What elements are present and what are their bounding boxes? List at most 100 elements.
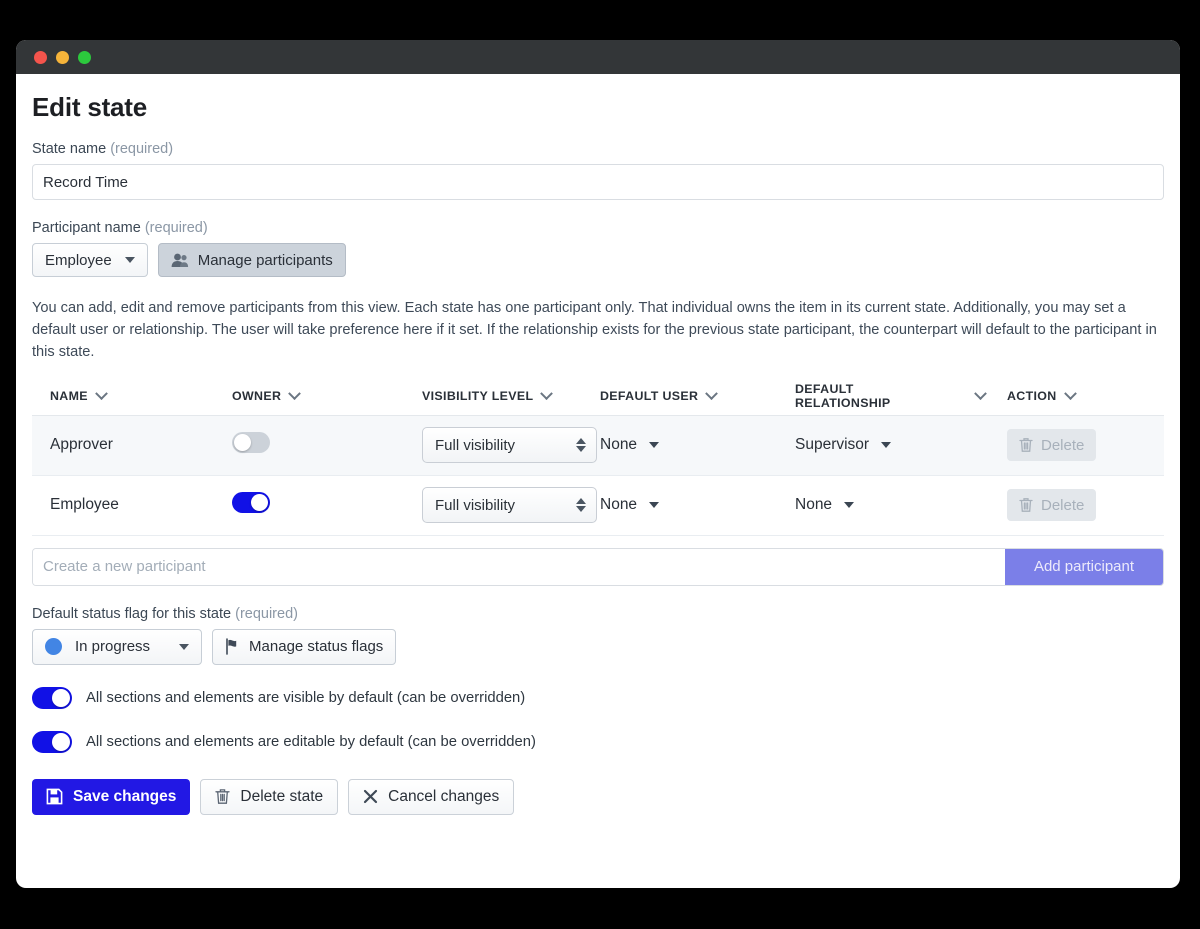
delete-participant-button[interactable]: Delete	[1007, 429, 1097, 462]
default-relationship-dropdown[interactable]: None	[795, 496, 855, 514]
trash-icon	[1019, 497, 1033, 513]
toggle-knob	[251, 494, 268, 512]
visibility-level-select[interactable]: Full visibility	[422, 487, 597, 524]
row-participant-name: Employee	[50, 496, 119, 514]
column-header-action-label: ACTION	[1007, 388, 1057, 403]
row-default-relationship-cell: None	[795, 496, 1007, 514]
participant-select[interactable]: Employee	[32, 243, 148, 277]
column-header-visibility-level-label: VISIBILITY LEVEL	[422, 388, 534, 403]
participant-name-label: Participant name (required)	[32, 220, 1164, 236]
state-name-required: (required)	[110, 141, 174, 157]
column-header-default-user-label: DEFAULT USER	[600, 388, 699, 403]
manage-participants-label: Manage participants	[197, 251, 333, 269]
visibility-level-value: Full visibility	[435, 496, 516, 514]
delete-participant-label: Delete	[1041, 436, 1085, 454]
chevron-down-icon	[288, 386, 302, 400]
chevron-down-icon	[124, 257, 135, 263]
chevron-down-icon	[95, 386, 108, 400]
save-changes-label: Save changes	[73, 787, 177, 805]
participants-description: You can add, edit and remove participant…	[32, 300, 1157, 361]
default-user-dropdown[interactable]: None	[600, 496, 660, 514]
visible-by-default-label: All sections and elements are visible by…	[86, 689, 526, 706]
default-user-value: None	[600, 436, 638, 454]
column-header-default-relationship[interactable]: DEFAULT RELATIONSHIP	[795, 382, 1007, 411]
cancel-changes-label: Cancel changes	[388, 787, 500, 805]
row-participant-name: Approver	[50, 436, 113, 454]
save-icon	[46, 788, 63, 805]
toggle-knob	[52, 732, 70, 751]
table-row: Employee Full visibility None None Delet…	[32, 476, 1164, 536]
row-owner-cell	[232, 432, 422, 458]
chevron-down-icon	[881, 442, 892, 449]
minimize-window-icon[interactable]	[56, 50, 69, 64]
row-visibility-cell: Full visibility	[422, 427, 600, 464]
chevron-down-icon	[974, 386, 987, 400]
chevron-down-icon	[540, 386, 554, 400]
row-action-cell: Delete	[1007, 489, 1142, 522]
status-flag-select[interactable]: In progress	[32, 628, 203, 665]
window-titlebar	[16, 40, 1180, 74]
page-title: Edit state	[32, 92, 148, 122]
row-default-user-cell: None	[600, 436, 795, 454]
column-header-name-label: NAME	[50, 388, 88, 403]
editable-by-default-row: All sections and elements are editable b…	[32, 730, 1164, 753]
delete-participant-label: Delete	[1041, 496, 1085, 514]
manage-status-flags-label: Manage status flags	[249, 638, 384, 656]
state-name-label: State name (required)	[32, 141, 1164, 157]
column-header-visibility-level[interactable]: VISIBILITY LEVEL	[422, 386, 600, 403]
row-owner-cell	[232, 492, 422, 518]
row-default-user-cell: None	[600, 496, 795, 514]
toggle-knob	[52, 688, 70, 707]
chevron-down-icon	[179, 643, 190, 650]
close-icon	[363, 789, 378, 804]
new-participant-input[interactable]	[33, 548, 1005, 585]
column-header-owner[interactable]: OWNER	[232, 386, 422, 403]
status-color-dot	[45, 638, 62, 656]
delete-participant-button[interactable]: Delete	[1007, 489, 1097, 522]
add-participant-button[interactable]: Add participant	[1005, 548, 1163, 585]
cancel-changes-button[interactable]: Cancel changes	[348, 778, 515, 815]
participant-controls: Employee Manage participants	[32, 243, 1164, 277]
visibility-level-value: Full visibility	[435, 436, 516, 454]
column-header-default-relationship-label: DEFAULT RELATIONSHIP	[795, 381, 891, 411]
trash-icon	[215, 788, 231, 805]
delete-state-label: Delete state	[240, 787, 324, 805]
chevron-down-icon	[649, 502, 660, 509]
default-relationship-dropdown[interactable]: Supervisor	[795, 436, 892, 454]
editable-by-default-toggle[interactable]	[32, 730, 72, 753]
column-header-action[interactable]: ACTION	[1007, 386, 1142, 403]
footer-actions: Save changes Delete state Cancel changes	[32, 778, 1164, 833]
default-user-dropdown[interactable]: None	[600, 436, 660, 454]
visibility-level-select[interactable]: Full visibility	[422, 427, 597, 464]
participant-select-label: Employee	[45, 251, 112, 269]
table-row: Approver Full visibility None Supervisor…	[32, 415, 1164, 476]
column-header-default-user[interactable]: DEFAULT USER	[600, 386, 795, 403]
default-relationship-value: None	[795, 496, 833, 514]
close-window-icon[interactable]	[34, 50, 47, 64]
visible-by-default-toggle[interactable]	[32, 686, 72, 709]
chevron-down-icon	[649, 442, 660, 449]
maximize-window-icon[interactable]	[78, 50, 91, 64]
manage-participants-button[interactable]: Manage participants	[157, 243, 346, 277]
visible-by-default-row: All sections and elements are visible by…	[32, 686, 1164, 709]
state-name-label-text: State name	[32, 141, 107, 157]
flag-icon	[225, 638, 240, 655]
owner-toggle[interactable]	[232, 432, 270, 454]
status-flag-required: (required)	[235, 605, 298, 622]
column-header-name[interactable]: NAME	[32, 386, 232, 403]
users-icon	[171, 253, 189, 268]
state-name-input[interactable]	[32, 164, 1164, 200]
status-flag-label-text: Default status flag for this state	[32, 605, 232, 622]
owner-toggle[interactable]	[232, 492, 270, 514]
stepper-chevrons-icon	[576, 438, 586, 453]
manage-status-flags-button[interactable]: Manage status flags	[212, 628, 397, 665]
save-changes-button[interactable]: Save changes	[32, 778, 191, 815]
participant-name-label-text: Participant name	[32, 220, 141, 236]
status-flag-label: Default status flag for this state (requ…	[32, 606, 1164, 622]
toggle-knob	[234, 434, 251, 452]
row-default-relationship-cell: Supervisor	[795, 436, 1007, 454]
delete-state-button[interactable]: Delete state	[200, 778, 339, 815]
row-visibility-cell: Full visibility	[422, 487, 600, 524]
editable-by-default-label: All sections and elements are editable b…	[86, 733, 536, 750]
chevron-down-icon	[844, 502, 855, 509]
